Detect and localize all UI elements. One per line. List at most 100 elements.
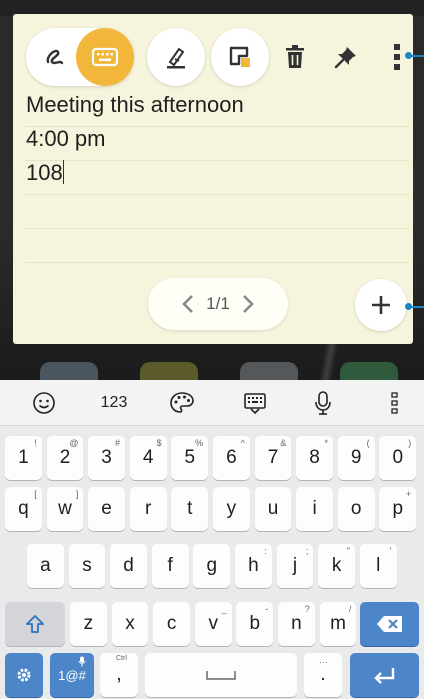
key-m[interactable]: m / [319, 602, 357, 646]
key-label: d [123, 555, 134, 576]
keyboard-mode-button[interactable] [76, 28, 134, 86]
key-e[interactable]: e [88, 487, 125, 531]
theme-button[interactable] [160, 380, 204, 426]
key-n[interactable]: n? [278, 602, 315, 646]
clipboard-button[interactable] [233, 380, 277, 426]
key-label: 9 [350, 447, 362, 468]
key-s[interactable]: s [68, 544, 106, 588]
key-label: o [350, 498, 362, 519]
page-indicator: 1/1 [206, 294, 230, 313]
key-7[interactable]: 7 & [254, 436, 292, 480]
shift-key[interactable] [5, 602, 65, 646]
key-1[interactable]: 1! [5, 436, 42, 480]
key-5[interactable]: 5% [171, 436, 209, 480]
key-6[interactable]: 6 ^ [213, 436, 250, 480]
clipboard-icon [244, 393, 266, 414]
note-ruled-line [25, 228, 409, 229]
key-h[interactable]: h: [235, 544, 272, 588]
key-j[interactable]: j; [276, 544, 314, 588]
key-label: q [18, 498, 29, 519]
note-line-3[interactable]: 108 [26, 156, 65, 190]
enter-key[interactable] [350, 653, 419, 697]
space-icon [206, 671, 236, 680]
highlighter-icon [167, 47, 185, 69]
microphone-icon [315, 391, 331, 415]
backspace-key[interactable] [360, 602, 419, 646]
key-9[interactable]: 9( [337, 436, 375, 480]
key-hint: $ [156, 438, 162, 448]
symbols-key[interactable]: 1@# [50, 653, 94, 697]
key-l[interactable]: l ' [359, 544, 397, 588]
period-key-label: . [320, 664, 326, 685]
key-c[interactable]: c [153, 602, 190, 646]
key-hint: * [324, 438, 328, 448]
key-hint: ] [75, 489, 79, 499]
note-color-button[interactable] [211, 28, 269, 86]
symbols-key-label: 1@# [58, 667, 86, 683]
palette-icon [170, 392, 194, 413]
note-ruled-line [25, 262, 409, 263]
callout-line-more [410, 55, 424, 57]
key-a[interactable]: a [27, 544, 64, 588]
key-t[interactable]: t [171, 487, 209, 531]
keyboard-suggestion-bar: 123 [0, 380, 424, 426]
quick-memo-note[interactable]: Meeting this afternoon 4:00 pm 108 1/1 [13, 14, 413, 344]
key-hint: ( [366, 438, 370, 448]
key-label: 6 [226, 447, 237, 468]
key-label: 1 [18, 447, 29, 468]
key-y[interactable]: y [213, 487, 250, 531]
key-label: 3 [101, 447, 112, 468]
voice-input-button[interactable] [301, 380, 345, 426]
key-o[interactable]: o [337, 487, 375, 531]
emoji-button[interactable] [22, 380, 66, 426]
soft-keyboard: 123 1 ! 2 @ 3 # 4 $ 5 % 6 ^ 7 & 8 * 9 (… [0, 380, 424, 699]
settings-key[interactable] [5, 653, 43, 697]
key-hint: : [264, 546, 267, 556]
key-hint: " [346, 546, 350, 556]
note-ruled-line [25, 160, 409, 161]
key-p[interactable]: p + [379, 487, 417, 531]
key-4[interactable]: 4 $ [129, 436, 167, 480]
key-b[interactable]: b- [236, 602, 274, 646]
key-x[interactable]: x [111, 602, 149, 646]
key-label: f [167, 555, 173, 576]
comma-key[interactable]: , Ctrl [100, 653, 138, 697]
key-d[interactable]: d [110, 544, 147, 588]
pin-button[interactable] [327, 38, 365, 76]
key-hint: ^ [240, 438, 245, 448]
app-icon-2 [140, 362, 198, 382]
key-k[interactable]: k " [318, 544, 355, 588]
chevron-right-icon[interactable] [240, 293, 256, 315]
key-label: a [40, 555, 51, 576]
key-label: e [101, 498, 112, 519]
keyboard-more-button[interactable] [380, 380, 410, 426]
key-3[interactable]: 3 # [88, 436, 125, 480]
more-icon [391, 392, 398, 414]
key-8[interactable]: 8 * [296, 436, 333, 480]
key-v[interactable]: v _ [194, 602, 232, 646]
key-u[interactable]: u [254, 487, 292, 531]
pin-icon [334, 47, 356, 69]
key-2[interactable]: 2 @ [46, 436, 84, 480]
key-f[interactable]: f [151, 544, 189, 588]
key-hint: ' [389, 546, 392, 556]
key-r[interactable]: r [129, 487, 167, 531]
add-page-button[interactable] [355, 279, 407, 331]
gear-icon [17, 668, 31, 682]
key-z[interactable]: z [70, 602, 107, 646]
key-g[interactable]: g [193, 544, 231, 588]
key-label: b [249, 613, 261, 634]
key-q[interactable]: q[ [5, 487, 42, 531]
delete-button[interactable] [276, 38, 314, 76]
key-w[interactable]: w] [46, 487, 84, 531]
key-i[interactable]: i [296, 487, 333, 531]
highlighter-button[interactable] [147, 28, 205, 86]
key-label: c [166, 613, 177, 634]
chevron-left-icon[interactable] [180, 293, 196, 315]
space-key[interactable] [145, 653, 297, 697]
app-icon-3 [240, 362, 298, 382]
numbers-button[interactable]: 123 [88, 380, 140, 426]
note-line-2: 4:00 pm [26, 126, 106, 151]
period-key[interactable]: . … [304, 653, 342, 697]
key-0[interactable]: 0) [379, 436, 417, 480]
